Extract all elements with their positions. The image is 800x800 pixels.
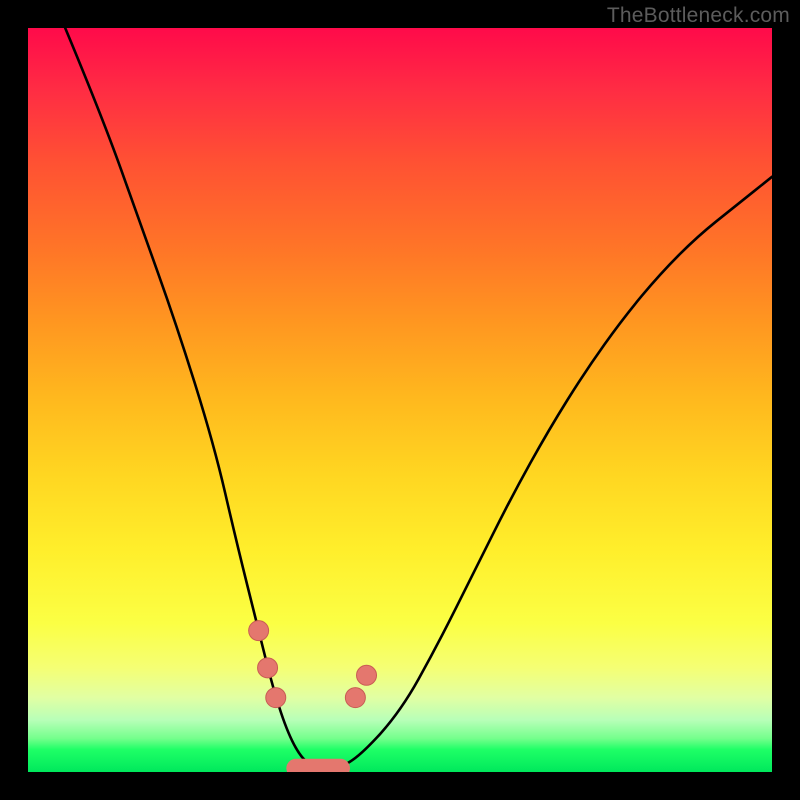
curve-marker (266, 688, 286, 708)
curve-marker (357, 665, 377, 685)
curve-marker (249, 621, 269, 641)
chart-frame: TheBottleneck.com (0, 0, 800, 800)
plot-area (28, 28, 772, 772)
chart-svg (28, 28, 772, 772)
curve-marker (258, 658, 278, 678)
curve-marker (345, 688, 365, 708)
marker-group (249, 621, 377, 708)
bottleneck-curve-path (65, 28, 772, 768)
watermark-text: TheBottleneck.com (607, 4, 790, 28)
